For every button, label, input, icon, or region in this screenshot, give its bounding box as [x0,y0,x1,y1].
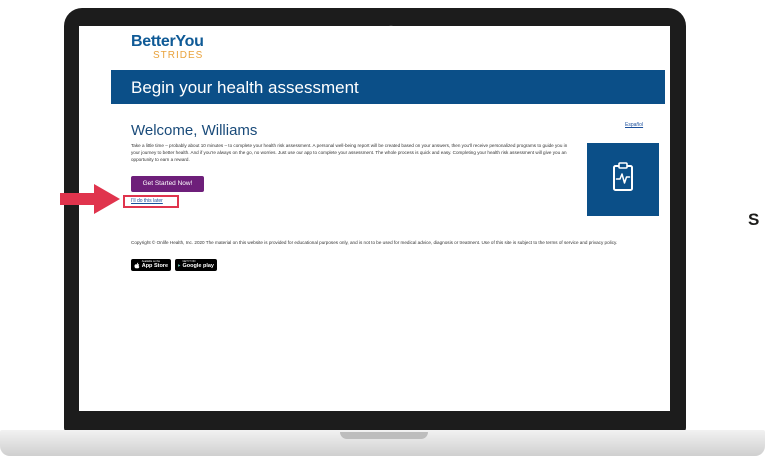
arrow-right-icon [60,184,120,214]
welcome-heading: Welcome, Williams [131,122,258,139]
app-store-badge[interactable]: Available on the App Store [131,259,171,271]
clipboard-heartbeat-icon [613,162,633,191]
brand-logo: BetterYou STRIDES [131,34,204,61]
google-play-badge[interactable]: GET IT ON Google play [175,259,217,271]
language-link[interactable]: Español [625,122,643,128]
app-store-label: App Store [141,263,168,270]
brand-logo-bottom: STRIDES [153,50,204,61]
play-store-icon [178,263,181,267]
cropped-side-letter: S [748,210,760,229]
page-banner: Begin your health assessment [111,70,665,104]
page-title: Begin your health assessment [131,78,359,97]
intro-text: Take a little time – probably about 10 m… [131,143,568,163]
laptop-screen: BetterYou STRIDES Begin your health asse… [79,26,670,411]
apple-icon [134,262,140,268]
brand-logo-top: BetterYou [131,33,204,50]
do-later-highlight-box [123,195,179,208]
google-play-label: Google play [182,263,214,270]
assessment-tile [587,143,659,216]
laptop-notch [340,432,428,439]
copyright-text: Copyright © Onlife Health, Inc. 2020 The… [131,240,618,245]
get-started-button[interactable]: Get Started Now! [131,176,204,192]
